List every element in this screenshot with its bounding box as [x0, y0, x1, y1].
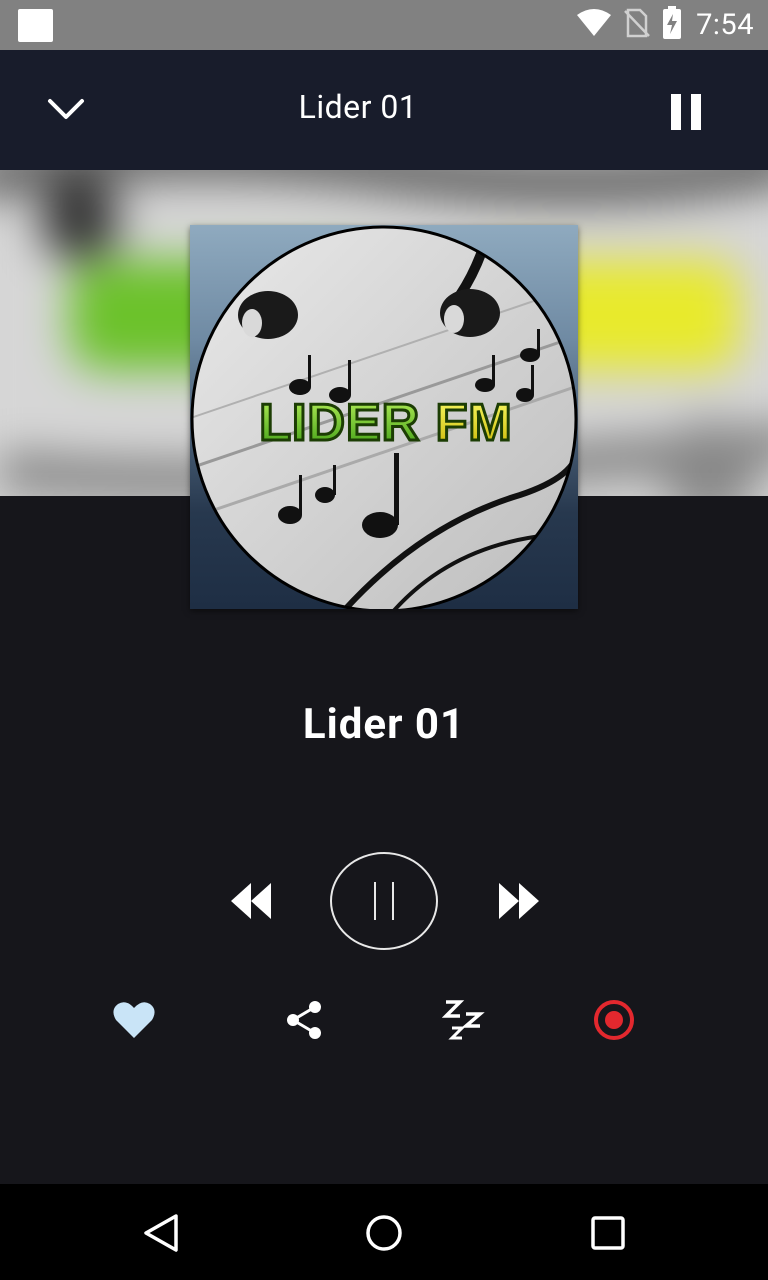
status-bar: 7:54 [0, 0, 768, 50]
player-toolbar: Lider 01 [0, 50, 768, 170]
heart-icon[interactable] [108, 994, 160, 1046]
no-sim-icon [624, 8, 650, 42]
player-actions [0, 994, 768, 1046]
play-pause-button[interactable] [330, 852, 438, 950]
back-triangle-icon[interactable] [136, 1208, 186, 1258]
recents-square-icon[interactable] [583, 1208, 633, 1258]
notification-square-icon [18, 9, 53, 42]
sleep-timer-icon[interactable] [438, 994, 490, 1046]
toolbar-title: Lider 01 [298, 88, 418, 126]
record-icon[interactable] [588, 994, 640, 1046]
station-name: Lider 01 [302, 700, 466, 749]
station-artwork: LIDER FM [190, 225, 578, 609]
rewind-icon[interactable] [222, 877, 280, 925]
pause-icon[interactable] [662, 90, 710, 134]
playback-controls [0, 852, 768, 950]
share-icon[interactable] [278, 994, 330, 1046]
home-circle-icon[interactable] [359, 1208, 409, 1258]
battery-charging-icon [662, 6, 682, 44]
svg-text:LIDER FM: LIDER FM [259, 394, 513, 452]
wifi-icon [576, 9, 612, 41]
fast-forward-icon[interactable] [490, 877, 548, 925]
clock-time: 7:54 [696, 8, 754, 42]
play-pause-icon [374, 882, 394, 920]
system-navigation-bar [0, 1184, 768, 1280]
